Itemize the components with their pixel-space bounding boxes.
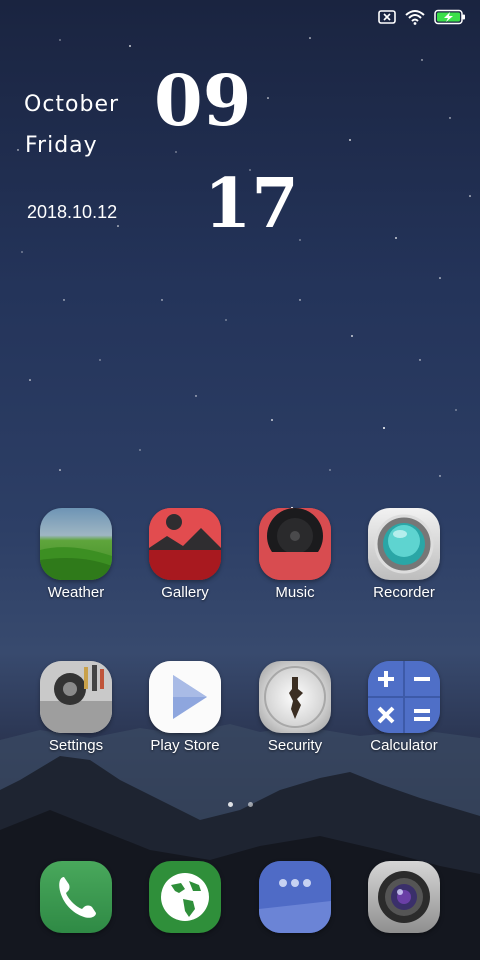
app-recorder[interactable]: Recorder (349, 508, 459, 601)
app-gallery[interactable]: Gallery (130, 508, 240, 601)
dock-messages[interactable] (240, 861, 350, 933)
gallery-icon (149, 508, 221, 580)
page-dot-active (227, 802, 233, 807)
browser-icon (149, 861, 221, 933)
app-music[interactable]: Music (240, 508, 350, 601)
app-play-store[interactable]: Play Store (130, 661, 240, 754)
security-icon (259, 661, 331, 733)
app-label: Gallery (161, 584, 209, 601)
dock-phone[interactable] (21, 861, 131, 933)
app-label: Play Store (150, 737, 220, 754)
app-security[interactable]: Security (240, 661, 350, 754)
app-calculator[interactable]: Calculator (349, 661, 459, 754)
clock-hour: 09 (154, 59, 252, 142)
calculator-icon (368, 661, 440, 733)
clock-minute: 17 (204, 164, 299, 244)
date-label: 2018.10.12 (27, 202, 118, 222)
app-label: Settings (48, 737, 104, 754)
messages-icon (259, 861, 331, 933)
month-label: October (24, 92, 120, 117)
camera-icon (368, 861, 440, 933)
dock-browser[interactable] (130, 861, 240, 933)
weather-icon (40, 508, 112, 580)
clock-widget[interactable]: October Friday 2018.10.12 09 17 (0, 0, 480, 260)
music-icon (259, 508, 331, 580)
play-store-icon (149, 661, 221, 733)
dock-camera[interactable] (349, 861, 459, 933)
settings-icon (40, 661, 112, 733)
app-label: Weather (47, 584, 105, 601)
app-label: Calculator (370, 737, 438, 754)
weekday-label: Friday (25, 133, 98, 158)
app-label: Recorder (373, 584, 435, 601)
page-dot (247, 802, 253, 807)
app-label: Music (275, 584, 315, 601)
app-label: Security (267, 737, 323, 754)
app-weather[interactable]: Weather (21, 508, 131, 601)
app-settings[interactable]: Settings (21, 661, 131, 754)
page-indicator (0, 802, 480, 807)
phone-icon (40, 861, 112, 933)
recorder-icon (368, 508, 440, 580)
